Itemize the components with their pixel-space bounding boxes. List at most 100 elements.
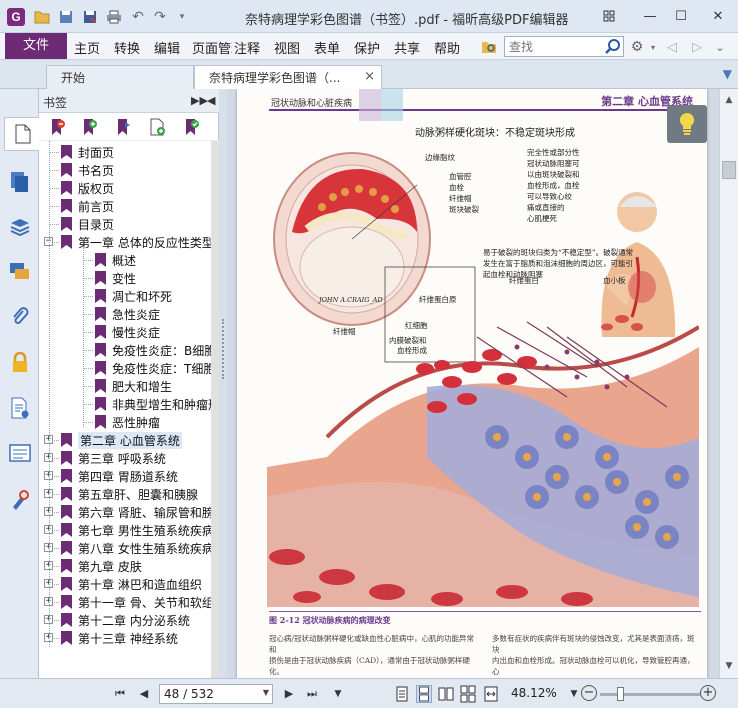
- document-view[interactable]: 冠状动脉和心脏疾病 第二章 心血管系统 动脉粥样硬化斑块：不稳定斑块形成 边缘脂…: [227, 89, 719, 678]
- zoom-out-icon[interactable]: −: [581, 685, 597, 701]
- menu-form[interactable]: 表单: [314, 38, 340, 57]
- single-page-view-icon[interactable]: [394, 685, 410, 703]
- bookmark-item-label: 第八章 女性生殖系统疾病: [78, 542, 214, 556]
- minimize-button[interactable]: —: [638, 6, 662, 26]
- search-input[interactable]: [505, 37, 601, 56]
- tab-close-icon[interactable]: ×: [364, 69, 375, 84]
- menu-view[interactable]: 视图: [274, 38, 300, 57]
- bookmark-flag-icon: [61, 505, 72, 519]
- search-icon[interactable]: [604, 38, 621, 55]
- bookmark-item-label: 第九章 皮肤: [78, 560, 142, 574]
- fit-width-icon[interactable]: [483, 685, 499, 703]
- next-page-icon[interactable]: ▶: [281, 686, 297, 702]
- form-fields-icon[interactable]: [4, 436, 36, 470]
- bookmark-toolbar: [39, 113, 219, 141]
- security-lock-icon[interactable]: [4, 346, 36, 380]
- text-line: 易于破裂的斑块归类为“不稳定型”。破裂通常: [483, 248, 634, 257]
- customize-dropdown-icon[interactable]: ▾: [173, 8, 191, 26]
- bookmark-scrollbar[interactable]: [211, 141, 219, 678]
- bookmark-item-label: 恶性肿瘤: [112, 416, 161, 430]
- save-as-icon[interactable]: [81, 8, 99, 26]
- tab-start[interactable]: 开始: [46, 65, 194, 89]
- running-head: 冠状动脉和心脏疾病: [271, 99, 353, 109]
- redo-icon[interactable]: ↷: [151, 8, 169, 26]
- bookmark-flag-icon: [61, 613, 72, 627]
- panel-collapse-icon[interactable]: ◀: [207, 94, 215, 107]
- zoom-slider-track[interactable]: [600, 693, 700, 696]
- bookmark-item-label: 急性炎症: [112, 308, 161, 322]
- zoom-level[interactable]: 48.12%: [511, 686, 557, 700]
- collapse-ribbon-icon[interactable]: ⌄: [711, 38, 729, 56]
- bookmark-item-label: 书名页: [78, 164, 115, 178]
- page-dropdown-icon[interactable]: ▼: [263, 688, 269, 697]
- undo-icon[interactable]: ↶: [129, 8, 147, 26]
- bookmark-flag-icon: [61, 523, 72, 537]
- attachments-icon[interactable]: [4, 300, 36, 334]
- previous-page-icon[interactable]: ◀: [136, 686, 152, 702]
- restore-layout-icon[interactable]: [597, 6, 621, 26]
- text-line: 血栓形成，血栓: [527, 181, 580, 190]
- bookmark-item-label: 第十二章 内分泌系统: [78, 614, 190, 628]
- text-line: 冠心病/冠状动脉粥样硬化或缺血性心脏病中，心肌的功能异常和: [269, 634, 475, 654]
- menu-home[interactable]: 主页: [74, 38, 100, 57]
- menu-protect[interactable]: 保护: [354, 38, 380, 57]
- print-icon[interactable]: [105, 8, 123, 26]
- menu-help[interactable]: 帮助: [434, 38, 460, 57]
- settings-dropdown-icon[interactable]: ▾: [644, 38, 662, 56]
- bookmark-scrollbar-thumb[interactable]: [211, 141, 219, 678]
- menu-comment[interactable]: 注释: [234, 38, 260, 57]
- back-arrow-icon[interactable]: ◁: [663, 38, 681, 56]
- tab-list-dropdown-icon[interactable]: ▼: [723, 67, 732, 81]
- continuous-facing-view-icon[interactable]: [460, 685, 476, 703]
- menu-convert[interactable]: 转换: [114, 38, 140, 57]
- page-number-input[interactable]: [160, 685, 256, 703]
- zoom-in-icon[interactable]: +: [700, 685, 716, 701]
- file-menu-button[interactable]: 文件: [5, 33, 67, 59]
- find-folder-icon[interactable]: [480, 38, 498, 56]
- first-page-icon[interactable]: ⏮: [112, 686, 128, 702]
- panel-splitter[interactable]: [219, 89, 227, 678]
- zoom-dropdown-icon[interactable]: ▼: [566, 686, 582, 702]
- pdf-page: 冠状动脉和心脏疾病 第二章 心血管系统 动脉粥样硬化斑块：不稳定斑块形成 边缘脂…: [237, 89, 707, 678]
- app-logo[interactable]: G: [7, 8, 25, 26]
- bookmark-goto-icon[interactable]: [115, 118, 133, 136]
- menu-edit[interactable]: 编辑: [154, 38, 180, 57]
- forward-arrow-icon[interactable]: ▷: [688, 38, 706, 56]
- body-text-left: 冠心病/冠状动脉粥样硬化或缺血性心脏病中，心肌的功能异常和 损伤是由于冠状动脉疾病…: [269, 633, 477, 678]
- bookmark-panel-header: 书签 ▶▶ ◀: [39, 89, 219, 113]
- document-vertical-scrollbar[interactable]: ▲ ▼: [719, 89, 738, 678]
- scroll-down-icon[interactable]: ▼: [720, 659, 738, 673]
- status-menu-icon[interactable]: ▼: [330, 686, 346, 702]
- bookmark-flag-icon: [61, 217, 72, 231]
- add-bookmark-icon[interactable]: [81, 118, 99, 136]
- tab-document[interactable]: 奈特病理学彩色图谱（... ×: [194, 65, 382, 89]
- signature-stamp-icon[interactable]: [4, 482, 36, 516]
- scroll-up-icon[interactable]: ▲: [720, 93, 738, 107]
- continuous-view-icon[interactable]: [416, 685, 432, 703]
- last-page-icon[interactable]: ⏭: [304, 686, 320, 702]
- menu-share[interactable]: 共享: [394, 38, 420, 57]
- thumbnails-icon[interactable]: [4, 165, 36, 199]
- bookmark-properties-icon[interactable]: [183, 118, 201, 136]
- bookmark-flag-icon: [61, 541, 72, 555]
- layers-icon[interactable]: [4, 210, 36, 244]
- document-properties-icon[interactable]: [4, 391, 36, 425]
- facing-view-icon[interactable]: [438, 685, 454, 703]
- save-icon[interactable]: [57, 8, 75, 26]
- delete-bookmark-icon[interactable]: [49, 118, 67, 136]
- bookmark-new-page-icon[interactable]: [149, 118, 167, 136]
- open-icon[interactable]: [33, 8, 51, 26]
- comments-icon[interactable]: [4, 255, 36, 289]
- tips-lightbulb-button[interactable]: [667, 105, 707, 143]
- bookmark-item-label: 第二章 心血管系统: [78, 432, 182, 449]
- bookmark-item-label: 第十三章 神经系统: [78, 632, 178, 646]
- bookmark-flag-icon: [61, 469, 72, 483]
- maximize-button[interactable]: ☐: [669, 6, 693, 26]
- menu-page-manage[interactable]: 页面管理: [192, 38, 232, 57]
- bookmark-item-label: 版权页: [78, 182, 115, 196]
- panel-expand-icon[interactable]: ▶▶: [191, 94, 208, 107]
- close-button[interactable]: ✕: [706, 6, 730, 26]
- document-scrollbar-thumb[interactable]: [722, 161, 736, 179]
- zoom-slider-thumb[interactable]: [617, 687, 624, 701]
- bookmark-panel-icon[interactable]: [4, 117, 40, 151]
